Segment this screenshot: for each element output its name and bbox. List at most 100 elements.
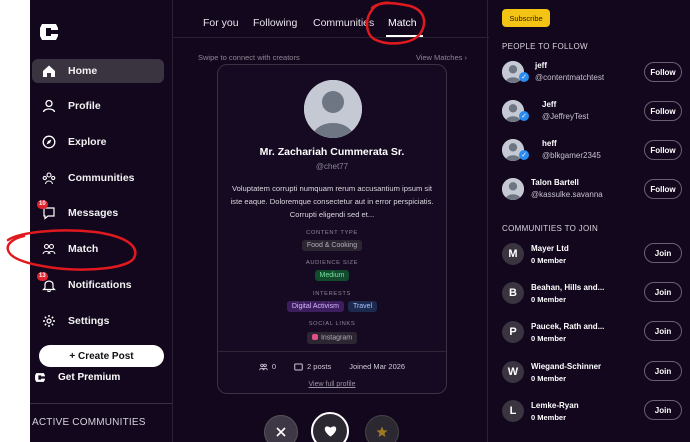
match-icon: [42, 242, 56, 256]
sidebar-item-label: Home: [68, 65, 98, 77]
audience-size-label: AUDIENCE SIZE: [305, 260, 359, 266]
sidebar-item-communities[interactable]: Communities: [32, 166, 164, 190]
profile-bio: Voluptatem corrupti numquam rerum accusa…: [230, 184, 434, 219]
follow-button[interactable]: Follow: [644, 62, 682, 82]
default-avatar-icon: [304, 80, 362, 138]
tab-for-you[interactable]: For you: [203, 17, 239, 29]
sidebar-item-label: Settings: [68, 315, 110, 327]
community-members: 0 Member: [531, 295, 567, 304]
tab-match[interactable]: Match: [388, 17, 417, 29]
social-links-label: SOCIAL LINKS: [308, 321, 356, 327]
premium-logo-icon: [35, 373, 45, 382]
like-button[interactable]: [311, 412, 349, 442]
pass-button[interactable]: [264, 415, 298, 442]
audience-chips: Medium: [218, 270, 446, 281]
follow-button[interactable]: Follow: [644, 101, 682, 121]
user-handle: @contentmatchtest: [535, 73, 605, 82]
user-name: jeff: [535, 61, 547, 70]
super-like-button[interactable]: [365, 415, 399, 442]
instagram-label: Instagram: [320, 334, 353, 342]
followers-stat: 0: [259, 362, 276, 371]
sidebar-item-home[interactable]: Home: [32, 59, 164, 83]
community-avatar: M: [502, 243, 524, 265]
main-feed: For you Following Communities Match Swip…: [172, 0, 489, 442]
sidebar-item-settings[interactable]: Settings: [32, 309, 164, 333]
star-icon: [376, 426, 388, 437]
tab-following[interactable]: Following: [253, 17, 297, 29]
sidebar-item-label: Match: [68, 243, 99, 255]
sidebar-item-label: Communities: [68, 172, 135, 184]
sidebar-item-match[interactable]: Match: [32, 237, 164, 261]
content-type-label: CONTENT TYPE: [306, 230, 358, 236]
user-handle: @kassulke.savanna: [531, 190, 603, 199]
interest-chip: Digital Activism: [286, 301, 344, 312]
gear-icon: [42, 314, 56, 328]
create-post-button[interactable]: + Create Post: [39, 345, 164, 367]
community-members: 0 Member: [531, 334, 567, 343]
match-card[interactable]: Mr. Zachariah Cummerata Sr. @chet77 Volu…: [217, 64, 447, 394]
app-logo-icon[interactable]: [38, 22, 60, 42]
tab-communities[interactable]: Communities: [313, 17, 374, 29]
joined-date: Joined Mar 2026: [349, 362, 406, 371]
audience-chip: Medium: [314, 270, 350, 281]
subscribe-button[interactable]: Subscribe: [502, 9, 550, 27]
posts-icon: [294, 363, 303, 370]
view-full-profile-link[interactable]: View full profile: [218, 381, 446, 388]
follow-button[interactable]: Follow: [644, 179, 682, 199]
suggested-user: Talon Bartell @kassulke.savanna Follow: [502, 175, 682, 205]
app-window: Home Profile Explore Communities 10 Mess…: [30, 0, 690, 442]
community-name: Paucek, Rath and...: [531, 322, 605, 331]
swipe-hint: Swipe to connect with creators: [198, 53, 300, 62]
sidebar-item-label: Explore: [68, 136, 107, 148]
profile-name: Mr. Zachariah Cummerata Sr.: [259, 146, 405, 158]
community-members: 0 Member: [531, 413, 567, 422]
verified-icon: ✓: [519, 72, 529, 82]
join-button[interactable]: Join: [644, 282, 682, 302]
posts-count: 2 posts: [307, 362, 332, 371]
verified-icon: ✓: [519, 150, 529, 160]
sidebar-item-explore[interactable]: Explore: [32, 130, 164, 154]
suggested-user: ✓ jeff @contentmatchtest Follow: [502, 58, 682, 88]
compass-icon: [42, 135, 56, 149]
join-button[interactable]: Join: [644, 321, 682, 341]
message-icon: 10: [37, 200, 56, 220]
sidebar-item-messages[interactable]: 10 Messages: [32, 200, 164, 225]
sidebar-item-label: Profile: [68, 100, 101, 112]
active-communities-heading: ACTIVE COMMUNITIES: [32, 417, 146, 428]
sidebar-item-notifications[interactable]: 13 Notifications: [32, 272, 164, 297]
get-premium-link[interactable]: Get Premium: [34, 372, 120, 383]
join-button[interactable]: Join: [644, 400, 682, 420]
content-type-chips: Food & Cooking: [218, 240, 446, 251]
user-name: Jeff: [542, 100, 557, 109]
instagram-chip[interactable]: Instagram: [306, 332, 358, 344]
user-icon: [42, 99, 56, 113]
instagram-icon: [311, 334, 318, 340]
user-handle: @JeffreyTest: [542, 112, 589, 121]
avatar: [502, 178, 524, 200]
user-name: Talon Bartell: [531, 178, 579, 187]
followers-count: 0: [271, 362, 277, 371]
sidebar-item-profile[interactable]: Profile: [32, 94, 164, 118]
user-handle: @blkgamer2345: [542, 151, 601, 160]
view-matches-link[interactable]: View Matches ›: [416, 53, 467, 62]
home-icon: [42, 64, 56, 78]
bell-icon: 13: [37, 272, 56, 292]
communities-to-join-heading: COMMUNITIES TO JOIN: [502, 224, 599, 233]
sidebar-item-label: Notifications: [68, 279, 132, 291]
close-icon: [276, 427, 286, 437]
community-avatar: W: [502, 361, 524, 383]
community-name: Mayer Ltd: [531, 244, 569, 253]
join-button[interactable]: Join: [644, 361, 682, 381]
notifications-badge: 13: [37, 272, 48, 281]
suggested-community: W Wiegand-Schinner 0 Member Join: [502, 361, 682, 387]
avatar: [304, 80, 362, 138]
right-sidebar: Subscribe PEOPLE TO FOLLOW ✓ jeff @conte…: [500, 0, 690, 442]
suggested-community: L Lemke-Ryan 0 Member Join: [502, 400, 682, 426]
card-divider: [218, 351, 446, 352]
community-avatar: P: [502, 321, 524, 343]
messages-badge: 10: [37, 200, 48, 209]
user-name: heff: [542, 139, 557, 148]
join-button[interactable]: Join: [644, 243, 682, 263]
follow-button[interactable]: Follow: [644, 140, 682, 160]
people-to-follow-heading: PEOPLE TO FOLLOW: [502, 42, 588, 51]
